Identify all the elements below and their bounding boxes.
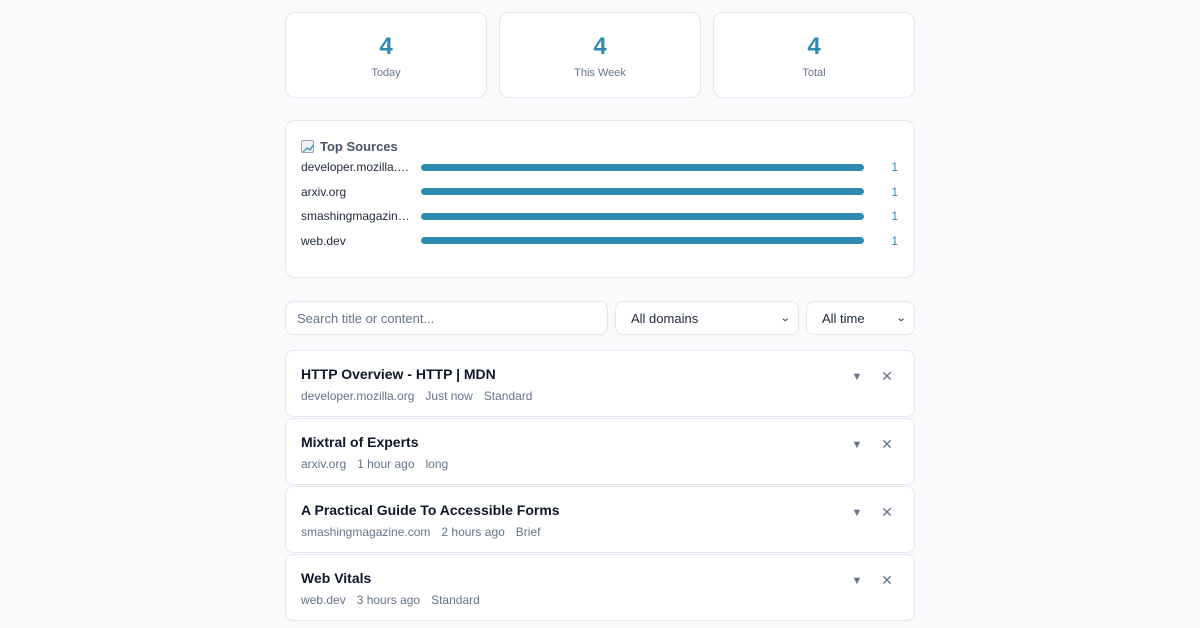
time-select[interactable]: All time ⌄ xyxy=(806,301,915,335)
item-actions: ▼ ✕ xyxy=(850,368,894,385)
chart-icon xyxy=(301,139,314,153)
list-item[interactable]: HTTP Overview - HTTP | MDN developer.moz… xyxy=(285,350,915,417)
expand-icon[interactable]: ▼ xyxy=(850,507,864,519)
item-length: Standard xyxy=(431,593,480,607)
item-domain: smashingmagazine.com xyxy=(301,525,431,539)
source-bar xyxy=(421,188,864,196)
stat-this-week: 4 This Week xyxy=(499,12,701,98)
stat-value: 4 xyxy=(807,33,821,60)
source-name: smashingmagazine.com xyxy=(301,209,411,224)
item-length: Brief xyxy=(515,525,541,539)
chevron-down-icon: ⌄ xyxy=(895,312,907,324)
filter-bar: All domains ⌄ All time ⌄ xyxy=(285,301,915,335)
item-domain: web.dev xyxy=(301,593,346,607)
item-time: Just now xyxy=(425,389,473,403)
item-length: Standard xyxy=(483,389,533,403)
item-time: 2 hours ago xyxy=(441,525,505,539)
item-time: 3 hours ago xyxy=(356,593,421,607)
stats-row: 4 Today 4 This Week 4 Total xyxy=(285,12,915,98)
stat-label: Total xyxy=(802,67,826,79)
source-bar xyxy=(421,212,864,220)
source-bar-track xyxy=(421,188,864,196)
source-bar xyxy=(421,163,864,171)
source-row: web.dev 1 xyxy=(301,229,899,254)
item-domain: developer.mozilla.org xyxy=(301,389,415,403)
item-time: 1 hour ago xyxy=(357,457,415,471)
stat-total: 4 Total xyxy=(713,12,915,98)
item-meta: smashingmagazine.com 2 hours ago Brief xyxy=(301,525,899,540)
source-name: arxiv.org xyxy=(301,184,347,199)
item-meta: arxiv.org 1 hour ago long xyxy=(301,457,899,472)
source-count: 1 xyxy=(891,160,898,175)
time-select-value: All time xyxy=(822,310,865,326)
stat-value: 4 xyxy=(593,33,607,60)
source-bar xyxy=(421,237,864,245)
summary-list: HTTP Overview - HTTP | MDN developer.moz… xyxy=(285,350,915,621)
domain-select-value: All domains xyxy=(631,310,699,326)
close-icon[interactable]: ✕ xyxy=(880,436,894,453)
expand-icon[interactable]: ▼ xyxy=(850,575,864,587)
item-actions: ▼ ✕ xyxy=(850,436,894,453)
source-bar-track xyxy=(421,237,864,245)
chevron-down-icon: ⌄ xyxy=(779,312,791,324)
list-item[interactable]: Mixtral of Experts arxiv.org 1 hour ago … xyxy=(285,418,915,485)
item-actions: ▼ ✕ xyxy=(850,504,894,521)
source-row: arxiv.org 1 xyxy=(301,180,899,205)
item-title[interactable]: Web Vitals xyxy=(301,569,899,587)
item-meta: web.dev 3 hours ago Standard xyxy=(301,593,899,608)
source-count: 1 xyxy=(891,184,898,199)
stat-today: 4 Today xyxy=(285,12,487,98)
source-bar-track xyxy=(421,163,864,171)
item-actions: ▼ ✕ xyxy=(850,572,894,589)
close-icon[interactable]: ✕ xyxy=(880,504,894,521)
close-icon[interactable]: ✕ xyxy=(880,572,894,589)
stat-value: 4 xyxy=(379,33,393,60)
source-name: web.dev xyxy=(301,233,346,248)
dashboard: 4 Today 4 This Week 4 Total Top Sources … xyxy=(285,12,915,622)
item-domain: arxiv.org xyxy=(301,457,347,471)
item-meta: developer.mozilla.org Just now Standard xyxy=(301,389,899,404)
item-title[interactable]: A Practical Guide To Accessible Forms xyxy=(301,501,899,519)
search-input[interactable] xyxy=(285,301,608,335)
stat-label: This Week xyxy=(574,67,626,79)
expand-icon[interactable]: ▼ xyxy=(850,371,864,383)
source-name: developer.mozilla.org xyxy=(301,160,411,175)
expand-icon[interactable]: ▼ xyxy=(850,439,864,451)
top-sources-panel: Top Sources developer.mozilla.org 1 arxi… xyxy=(285,120,915,278)
source-count: 1 xyxy=(891,233,898,248)
item-length: long xyxy=(425,457,449,471)
close-icon[interactable]: ✕ xyxy=(880,368,894,385)
source-bar-track xyxy=(421,212,864,220)
list-item[interactable]: Web Vitals web.dev 3 hours ago Standard … xyxy=(285,554,915,621)
source-row: developer.mozilla.org 1 xyxy=(301,155,899,180)
list-item[interactable]: A Practical Guide To Accessible Forms sm… xyxy=(285,486,915,553)
top-sources-title: Top Sources xyxy=(320,138,398,154)
source-row: smashingmagazine.com 1 xyxy=(301,204,899,229)
source-count: 1 xyxy=(891,209,898,224)
top-sources-heading: Top Sources xyxy=(301,137,899,155)
domain-select[interactable]: All domains ⌄ xyxy=(615,301,799,335)
stat-label: Today xyxy=(371,67,401,79)
item-title[interactable]: Mixtral of Experts xyxy=(301,433,899,451)
item-title[interactable]: HTTP Overview - HTTP | MDN xyxy=(301,365,899,383)
